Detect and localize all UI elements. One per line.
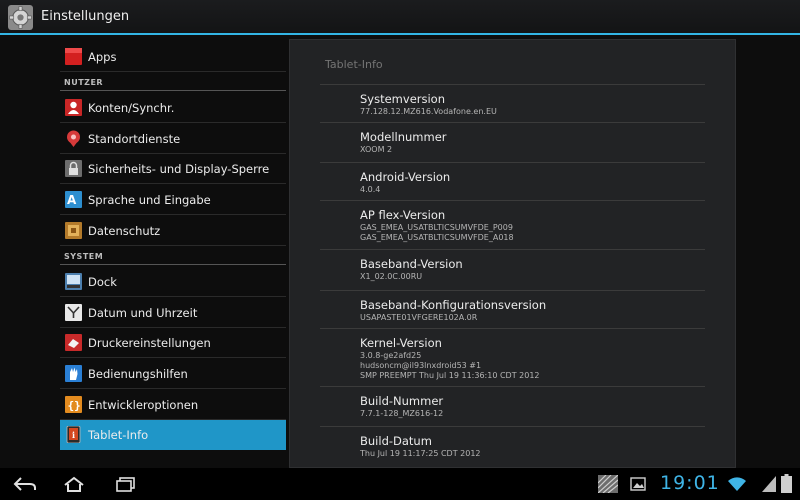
sidebar-item-location[interactable]: Standortdienste — [60, 124, 286, 154]
info-row-value: 7.7.1-128_MZ616-12 — [360, 409, 444, 418]
accounts-icon — [65, 99, 82, 116]
panel-title: Tablet-Info — [325, 58, 383, 71]
sidebar-item-label: Konten/Synchr. — [88, 101, 175, 115]
sidebar-item-security[interactable]: Sicherheits- und Display-Sperre — [60, 154, 286, 184]
info-row-system-version[interactable]: Systemversion 77.128.12.MZ616.Vodafone.e… — [320, 84, 705, 116]
privacy-icon — [65, 222, 82, 239]
section-header-system: SYSTEM — [64, 252, 104, 261]
info-row-value: XOOM 2 — [360, 145, 393, 154]
sidebar-item-accounts[interactable]: Konten/Synchr. — [60, 93, 286, 123]
info-row-title: Modellnummer — [360, 130, 447, 144]
printer-icon — [65, 334, 82, 351]
sidebar-item-language[interactable]: A Sprache und Eingabe — [60, 185, 286, 215]
gear-icon[interactable] — [8, 5, 33, 30]
sidebar-item-label: Standortdienste — [88, 132, 181, 146]
svg-text:A: A — [67, 193, 77, 207]
back-icon[interactable] — [12, 476, 38, 492]
battery-icon — [781, 474, 792, 493]
sidebar-item-tablet-info[interactable]: i Tablet-Info — [60, 420, 286, 450]
info-row-title: AP flex-Version — [360, 208, 446, 222]
svg-text:{}: {} — [68, 399, 81, 412]
lock-icon — [65, 160, 82, 177]
info-row-android-version[interactable]: Android-Version 4.0.4 — [320, 162, 705, 194]
sidebar-item-label: Sprache und Eingabe — [88, 193, 211, 207]
accessibility-icon — [65, 365, 82, 382]
sidebar-item-label: Dock — [88, 275, 117, 289]
svg-text:i: i — [72, 430, 75, 440]
info-row-value: 4.0.4 — [360, 185, 381, 194]
action-bar: Einstellungen — [0, 0, 800, 35]
dock-icon — [65, 273, 82, 290]
sidebar-item-label: Entwickleroptionen — [88, 398, 199, 412]
wifi-icon — [728, 477, 746, 491]
sidebar-item-developer[interactable]: {} Entwickleroptionen — [60, 390, 286, 420]
location-icon — [67, 130, 80, 147]
info-row-title: Baseband-Version — [360, 257, 463, 271]
language-icon: A — [65, 191, 82, 208]
sidebar-item-dock[interactable]: Dock — [60, 267, 286, 297]
settings-sidebar: Apps NUTZER Konten/Synchr. Standortdiens… — [60, 35, 286, 468]
clock-time: 19:01 — [660, 472, 720, 494]
info-row-ap-flex-version[interactable]: AP flex-Version GAS_EMEA_USATBLTICSUMVFD… — [320, 200, 705, 242]
info-row-build-date[interactable]: Build-Datum Thu Jul 19 11:17:25 CDT 2012 — [320, 426, 705, 458]
developer-icon: {} — [65, 396, 82, 413]
info-row-title: Kernel-Version — [360, 336, 442, 350]
info-row-title: Build-Nummer — [360, 394, 444, 408]
info-row-build-number[interactable]: Build-Nummer 7.7.1-128_MZ616-12 — [320, 386, 705, 418]
signal-strength-icon — [762, 476, 776, 492]
sidebar-item-label: Datum und Uhrzeit — [88, 306, 198, 320]
info-row-value: 3.0.8-ge2afd25 hudsoncm@il93lnxdroid53 #… — [360, 351, 540, 380]
info-row-value: Thu Jul 19 11:17:25 CDT 2012 — [360, 449, 481, 458]
info-row-value: USAPASTE01VFGERE102A.0R — [360, 313, 478, 322]
section-header-user: NUTZER — [64, 78, 104, 87]
apps-icon — [65, 48, 82, 65]
info-row-value: X1_02.0C.00RU — [360, 272, 423, 281]
info-row-title: Build-Datum — [360, 434, 432, 448]
sidebar-item-date-time[interactable]: Datum und Uhrzeit — [60, 298, 286, 328]
sidebar-item-label: Apps — [88, 50, 117, 64]
sidebar-item-printer[interactable]: Druckereinstellungen — [60, 328, 286, 358]
clock-icon — [65, 304, 82, 321]
info-row-value: 77.128.12.MZ616.Vodafone.en.EU — [360, 107, 497, 116]
info-row-baseband-config-version[interactable]: Baseband-Konfigurationsversion USAPASTE0… — [320, 290, 705, 322]
notification-pattern-icon[interactable] — [598, 475, 618, 493]
sidebar-item-label: Datenschutz — [88, 224, 161, 238]
sidebar-item-label: Druckereinstellungen — [88, 336, 211, 350]
info-row-value: GAS_EMEA_USATBLTICSUMVFDE_P009 GAS_EMEA_… — [360, 223, 514, 242]
home-icon[interactable] — [62, 476, 86, 492]
sidebar-item-label: Sicherheits- und Display-Sperre — [88, 162, 270, 176]
app-title: Einstellungen — [41, 9, 130, 24]
info-row-baseband-version[interactable]: Baseband-Version X1_02.0C.00RU — [320, 249, 705, 281]
info-row-title: Baseband-Konfigurationsversion — [360, 298, 547, 312]
tablet-info-panel: Tablet-Info Systemversion 77.128.12.MZ61… — [289, 39, 736, 468]
tablet-info-icon: i — [66, 426, 81, 443]
info-row-title: Android-Version — [360, 170, 451, 184]
sidebar-item-apps[interactable]: Apps — [60, 42, 286, 72]
content-area: Apps NUTZER Konten/Synchr. Standortdiens… — [0, 35, 800, 468]
screenshot-notification-icon[interactable] — [630, 477, 646, 491]
section-divider — [60, 264, 286, 265]
sidebar-item-label: Tablet-Info — [88, 428, 149, 442]
info-row-title: Systemversion — [360, 92, 446, 106]
info-row-model-number[interactable]: Modellnummer XOOM 2 — [320, 122, 705, 154]
recent-apps-icon[interactable] — [114, 476, 138, 492]
sidebar-item-label: Bedienungshilfen — [88, 367, 188, 381]
info-row-kernel-version[interactable]: Kernel-Version 3.0.8-ge2afd25 hudsoncm@i… — [320, 328, 705, 380]
section-divider — [60, 90, 286, 91]
sidebar-item-accessibility[interactable]: Bedienungshilfen — [60, 359, 286, 389]
sidebar-item-privacy[interactable]: Datenschutz — [60, 216, 286, 246]
